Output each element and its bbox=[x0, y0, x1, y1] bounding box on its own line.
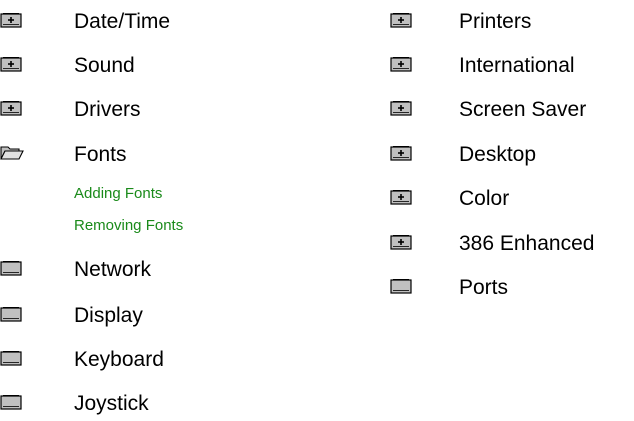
topic-desktop[interactable]: Desktop bbox=[390, 141, 634, 171]
topic-label: Fonts bbox=[74, 143, 127, 166]
open-book-icon bbox=[0, 145, 24, 161]
topic-label: Color bbox=[459, 187, 510, 210]
topic-label: Desktop bbox=[459, 143, 537, 166]
closed-book-plus-icon bbox=[390, 12, 412, 28]
topic-label: Network bbox=[74, 258, 152, 281]
topic-screen-saver[interactable]: Screen Saver bbox=[390, 96, 634, 126]
topic-label: Ports bbox=[459, 276, 509, 299]
subtopic-removing-fonts[interactable]: Removing Fonts bbox=[74, 216, 183, 236]
subtopic-adding-fonts[interactable]: Adding Fonts bbox=[74, 184, 162, 204]
topic-label: International bbox=[459, 54, 575, 77]
topic-label: Display bbox=[74, 304, 143, 327]
topic-label: Printers bbox=[459, 10, 532, 33]
topic-label: 386 Enhanced bbox=[459, 232, 595, 255]
topic-ports[interactable]: Ports bbox=[390, 274, 634, 304]
closed-book-icon bbox=[0, 350, 22, 366]
topic-label: Sound bbox=[74, 54, 135, 77]
topic-fonts[interactable]: Fonts bbox=[0, 141, 300, 171]
topic-386-enhanced[interactable]: 386 Enhanced bbox=[390, 230, 634, 260]
topic-drivers[interactable]: Drivers bbox=[0, 96, 300, 126]
closed-book-plus-icon bbox=[0, 12, 22, 28]
closed-book-icon bbox=[0, 260, 22, 276]
closed-book-plus-icon bbox=[390, 100, 412, 116]
topic-international[interactable]: International bbox=[390, 52, 634, 82]
topic-printers[interactable]: Printers bbox=[390, 8, 634, 38]
closed-book-plus-icon bbox=[390, 234, 412, 250]
closed-book-plus-icon bbox=[0, 56, 22, 72]
topic-date-time[interactable]: Date/Time bbox=[0, 8, 300, 38]
topic-keyboard[interactable]: Keyboard bbox=[0, 346, 300, 376]
closed-book-icon bbox=[0, 306, 22, 322]
closed-book-plus-icon bbox=[0, 100, 22, 116]
closed-book-plus-icon bbox=[390, 145, 412, 161]
topic-label: Date/Time bbox=[74, 10, 171, 33]
topic-color[interactable]: Color bbox=[390, 185, 634, 215]
topic-label: Screen Saver bbox=[459, 98, 587, 121]
topic-label: Drivers bbox=[74, 98, 141, 121]
topic-network[interactable]: Network bbox=[0, 256, 300, 286]
topic-display[interactable]: Display bbox=[0, 302, 300, 332]
closed-book-plus-icon bbox=[390, 189, 412, 205]
closed-book-icon bbox=[390, 278, 412, 294]
topic-sound[interactable]: Sound bbox=[0, 52, 300, 82]
topic-joystick[interactable]: Joystick bbox=[0, 390, 300, 420]
closed-book-icon bbox=[0, 394, 22, 410]
topic-label: Keyboard bbox=[74, 348, 164, 371]
closed-book-plus-icon bbox=[390, 56, 412, 72]
topic-label: Joystick bbox=[74, 392, 149, 415]
